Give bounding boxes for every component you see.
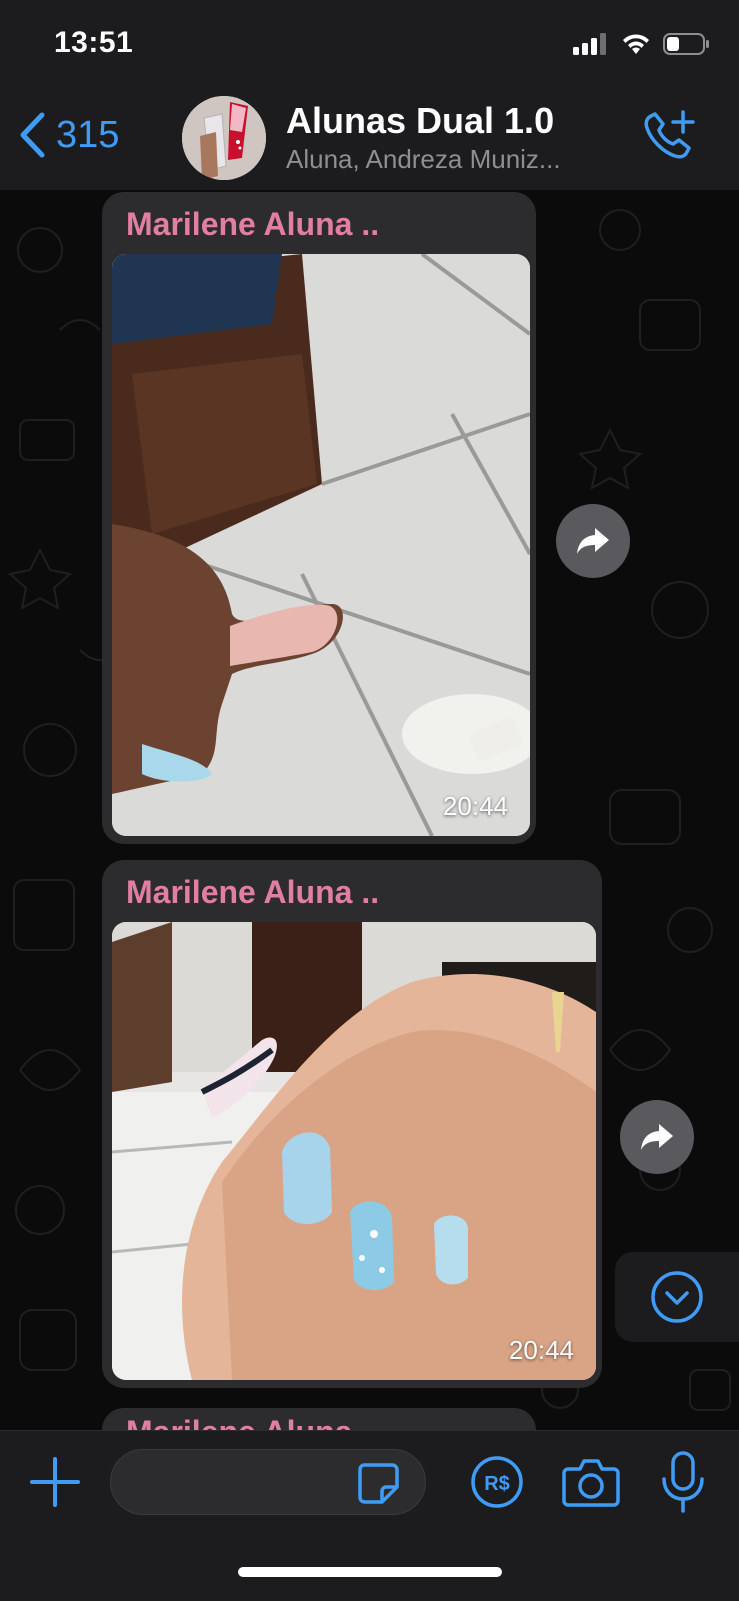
status-bar: 13:51 [0,0,739,92]
group-avatar[interactable] [182,96,266,180]
battery-icon [663,33,709,55]
chat-participants[interactable]: Aluna, Andreza Muniz... [286,144,561,175]
unread-count: 315 [56,113,120,156]
forward-icon [641,1124,673,1150]
message-photo[interactable]: 20:44 [112,922,596,1380]
microphone-icon[interactable] [658,1451,708,1513]
add-call-icon[interactable] [639,106,701,168]
sender-name[interactable]: Marilene Aluna .. [126,874,379,911]
nail-photo-1 [112,254,530,836]
sticker-icon[interactable] [356,1461,400,1505]
avatar-image [182,96,266,180]
back-button[interactable]: 315 [18,112,119,158]
message-list[interactable]: Marilene Aluna .. 20:44 Marilene Aluna .… [0,190,739,1430]
chat-header: 315 Alunas Dual 1.0 Aluna, Andreza Muniz… [0,92,739,191]
status-time: 13:51 [54,26,134,59]
scroll-to-bottom-button[interactable] [615,1252,739,1342]
forward-button[interactable] [556,504,630,578]
nail-photo-2 [112,922,596,1380]
svg-text:R$: R$ [484,1473,510,1495]
chevron-down-circle-icon [651,1271,703,1323]
message-time: 20:44 [508,1335,574,1365]
forward-icon [577,528,609,554]
home-indicator [238,1567,502,1577]
message-time: 20:44 [442,791,508,821]
message-bubble[interactable]: Marilene Aluna .. 20:44 [102,860,602,1388]
forward-button[interactable] [620,1100,694,1174]
message-bubble[interactable]: Marilene Aluna .. [102,1408,536,1430]
cellular-signal-icon [573,33,606,55]
wifi-icon [623,34,649,54]
message-photo[interactable]: 20:44 [112,254,530,836]
payment-icon[interactable]: R$ [470,1455,524,1509]
chevron-left-icon [20,112,45,158]
attach-plus-icon[interactable] [28,1455,82,1509]
sender-name[interactable]: Marilene Aluna .. [126,1414,379,1430]
status-icons [573,32,711,56]
sender-name[interactable]: Marilene Aluna .. [126,206,379,243]
camera-icon[interactable] [562,1457,620,1507]
chat-title[interactable]: Alunas Dual 1.0 [286,100,554,142]
message-bubble[interactable]: Marilene Aluna .. 20:44 [102,192,536,844]
